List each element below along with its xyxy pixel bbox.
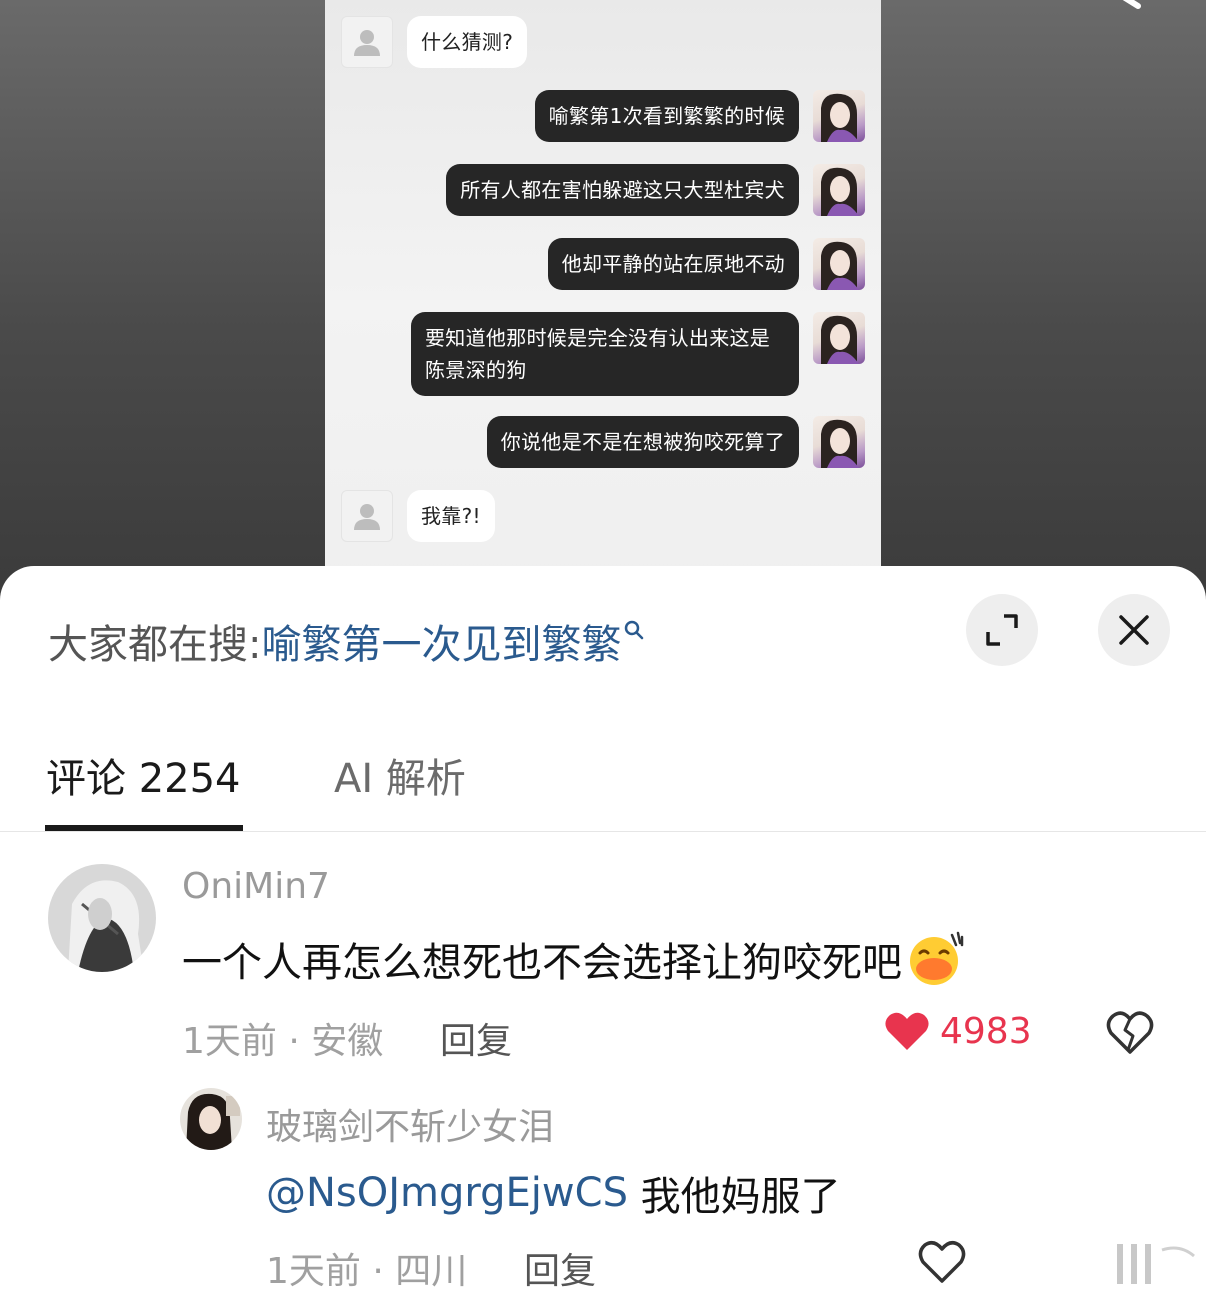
comment-sheet: 大家都在搜: 喻繁第一次见到繁繁 评论 2254 AI 解析 OniMin7 一…: [0, 566, 1206, 1294]
like-count: 4983: [940, 1010, 1032, 1052]
chat-message: 喻繁第1次看到繁繁的时候: [534, 90, 865, 142]
search-icon-partial: [1122, 0, 1141, 9]
reply-button[interactable]: 回复: [440, 1012, 512, 1064]
chat-bubble: 喻繁第1次看到繁繁的时候: [534, 90, 799, 142]
comment-time-location: 1天前 · 四川: [266, 1251, 468, 1292]
tab-comments[interactable]: 评论 2254: [46, 746, 241, 804]
like-button[interactable]: 4983: [884, 1010, 1032, 1052]
chat-bubble: 什么猜测?: [407, 16, 528, 68]
chat-message: 什么猜测?: [341, 16, 528, 68]
chat-bubble: 他却平静的站在原地不动: [547, 238, 799, 290]
chat-bubble: 我靠?!: [407, 490, 495, 542]
tab-active-indicator: [45, 825, 243, 831]
comment-mention[interactable]: @NsOJmgrgEjwCS: [266, 1170, 628, 1216]
chat-bubble: 要知道他那时候是完全没有认出来这是陈景深的狗: [411, 312, 799, 396]
commenter-avatar[interactable]: [180, 1088, 242, 1150]
girl-avatar: [813, 312, 865, 364]
comment-text: @NsOJmgrgEjwCS 我他妈服了: [266, 1164, 841, 1222]
commenter-avatar[interactable]: [48, 864, 156, 972]
default-avatar-icon: [341, 490, 393, 542]
chat-bubble: 所有人都在害怕躲避这只大型杜宾犬: [446, 164, 799, 216]
chat-message: 我靠?!: [341, 490, 495, 542]
watermark-logo: [1010, 1244, 1200, 1284]
reply-button[interactable]: 回复: [524, 1242, 596, 1294]
chat-bubble: 你说他是不是在想被狗咬死算了: [486, 416, 799, 468]
chat-message: 他却平静的站在原地不动: [547, 238, 865, 290]
girl-avatar: [813, 238, 865, 290]
girl-avatar: [813, 90, 865, 142]
close-button[interactable]: [1098, 594, 1170, 666]
comment-username[interactable]: 玻璃剑不斩少女泪: [266, 1098, 554, 1150]
comment-body: 一个人再怎么想死也不会选择让狗咬死吧: [182, 940, 902, 986]
chat-message: 所有人都在害怕躲避这只大型杜宾犬: [446, 164, 865, 216]
default-avatar-icon: [341, 16, 393, 68]
comment-username[interactable]: OniMin7: [182, 866, 330, 907]
heart-icon: [885, 1012, 929, 1050]
broken-heart-icon[interactable]: [1106, 1010, 1154, 1056]
chat-screenshot: 什么猜测? 喻繁第1次看到繁繁的时候 所有人都在害怕躲避这只大型杜宾犬 他却平静…: [325, 0, 881, 600]
trending-search-prefix: 大家都在搜:: [48, 622, 262, 668]
expand-button[interactable]: [966, 594, 1038, 666]
chat-message: 要知道他那时候是完全没有认出来这是陈景深的狗: [411, 312, 865, 396]
girl-avatar: [813, 164, 865, 216]
chat-message: 你说他是不是在想被狗咬死算了: [486, 416, 865, 468]
comment-body: 我他妈服了: [627, 1174, 841, 1220]
close-icon: [1119, 615, 1149, 645]
trending-search[interactable]: 大家都在搜: 喻繁第一次见到繁繁: [48, 612, 645, 670]
girl-avatar: [813, 416, 865, 468]
expand-icon: [986, 614, 1018, 646]
comment-time-location: 1天前 · 安徽: [182, 1021, 384, 1062]
tab-ai-analysis[interactable]: AI 解析: [334, 746, 466, 804]
heart-icon[interactable]: [918, 1240, 966, 1284]
laughing-emoji-icon: [910, 931, 964, 985]
tab-bar: 评论 2254 AI 解析: [0, 736, 1206, 832]
trending-search-term[interactable]: 喻繁第一次见到繁繁: [261, 612, 621, 670]
comment-text: 一个人再怎么想死也不会选择让狗咬死吧: [182, 930, 966, 988]
video-area[interactable]: 什么猜测? 喻繁第1次看到繁繁的时候 所有人都在害怕躲避这只大型杜宾犬 他却平静…: [0, 0, 1206, 600]
search-icon: [625, 620, 644, 640]
